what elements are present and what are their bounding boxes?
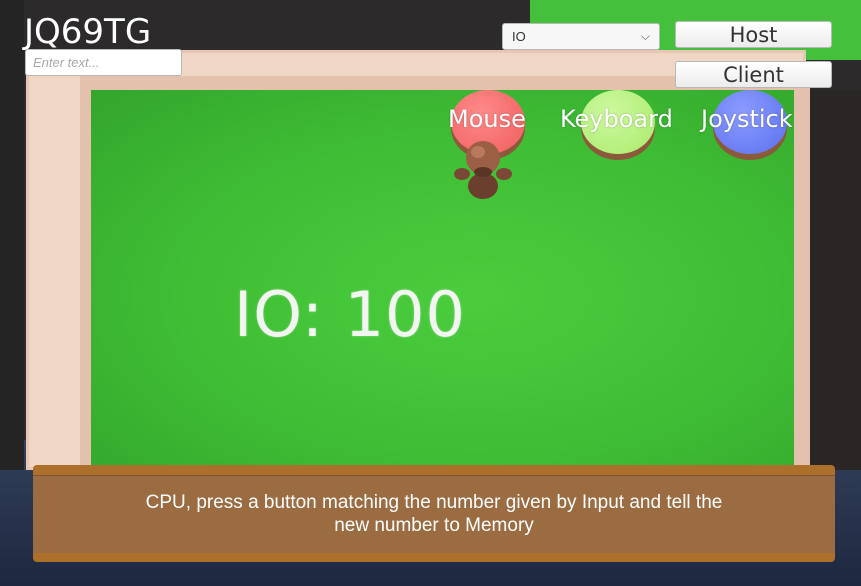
role-select-value: IO [512, 29, 526, 44]
left-wall-strip [0, 0, 24, 470]
client-button[interactable]: Client [675, 61, 832, 88]
name-input[interactable] [25, 49, 182, 76]
player-avatar-icon[interactable] [452, 136, 514, 202]
role-select[interactable]: IO ⌵ [502, 23, 660, 50]
io-readout: IO: 100 [234, 278, 466, 351]
instruction-text: CPU, press a button matching the number … [145, 492, 723, 536]
joystick-pad-label: Joystick [701, 105, 793, 133]
keyboard-pad-label: Keyboard [560, 105, 673, 133]
chevron-down-icon: ⌵ [640, 29, 650, 43]
room-code: JQ69TG [24, 12, 152, 52]
instruction-panel: CPU, press a button matching the number … [33, 465, 835, 562]
host-button[interactable]: Host [675, 21, 832, 48]
mouse-pad-label: Mouse [448, 105, 526, 133]
